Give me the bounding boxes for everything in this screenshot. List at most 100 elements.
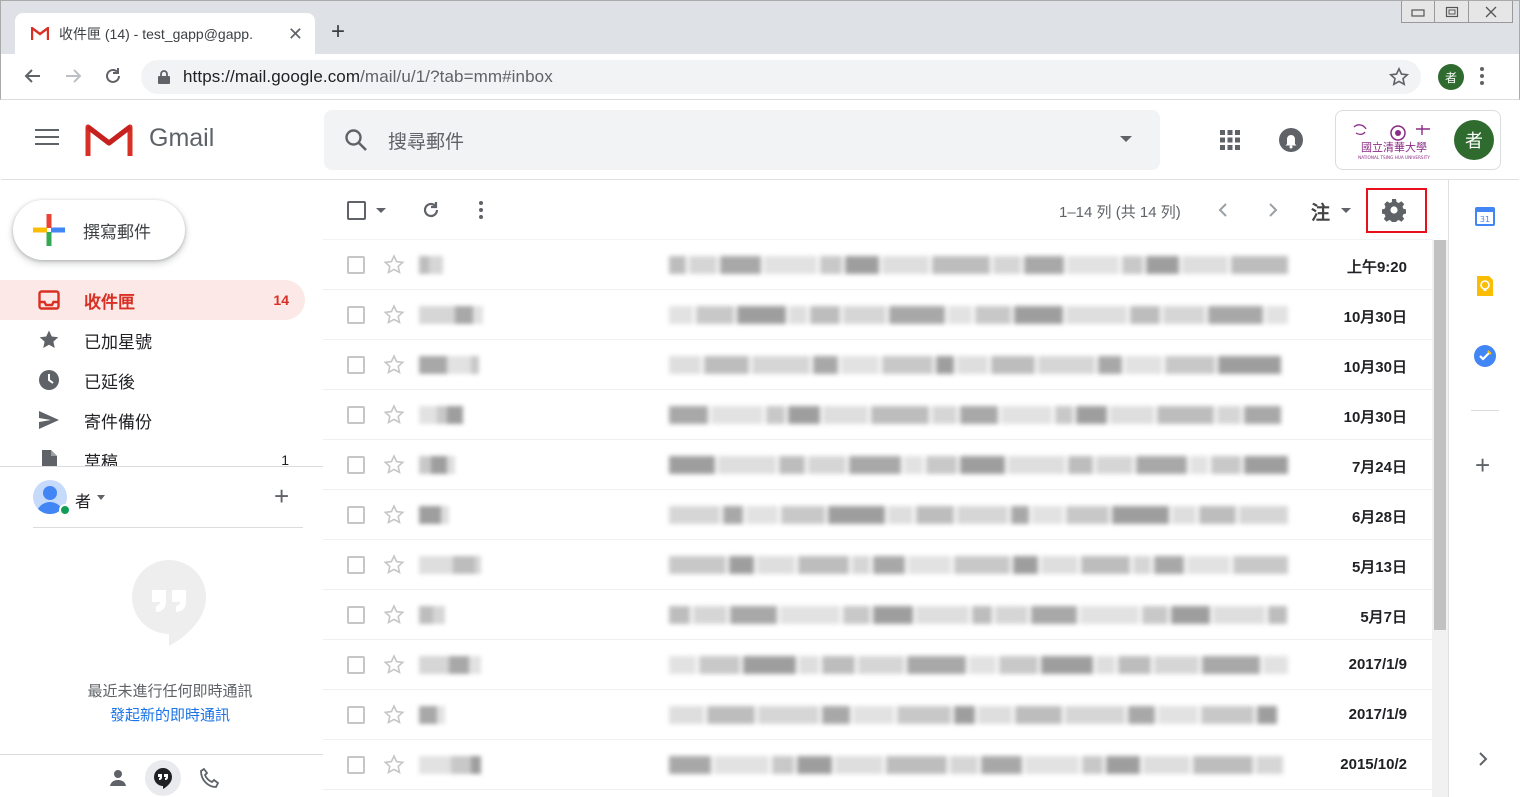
chevron-down-icon[interactable]	[97, 495, 105, 500]
star-icon[interactable]	[383, 404, 405, 426]
tasks-icon[interactable]	[1473, 344, 1497, 368]
email-row[interactable]: 7月24日	[323, 440, 1433, 490]
search-bar[interactable]: 搜尋郵件	[324, 110, 1160, 170]
refresh-icon[interactable]	[421, 200, 441, 220]
restore-button[interactable]	[1435, 1, 1469, 23]
hangouts-user[interactable]: 者 +	[33, 478, 293, 518]
hangouts-tab[interactable]	[145, 760, 181, 796]
email-row[interactable]: 5月13日	[323, 540, 1433, 590]
star-icon[interactable]	[383, 254, 405, 276]
compose-plus-icon	[33, 214, 65, 246]
search-input[interactable]: 搜尋郵件	[388, 127, 464, 154]
compose-button[interactable]: 撰寫郵件	[13, 200, 185, 260]
more-vert-icon[interactable]	[478, 200, 484, 220]
email-row[interactable]: 10月30日	[323, 290, 1433, 340]
email-row[interactable]: 5月7日	[323, 590, 1433, 640]
browser-tab-gmail[interactable]: 收件匣 (14) - test_gapp@gapp. ✕	[15, 13, 315, 55]
gmail-wordmark[interactable]: Gmail	[149, 124, 214, 153]
email-date: 2017/1/9	[1348, 706, 1407, 723]
address-bar[interactable]: https://mail.google.com/mail/u/1/?tab=mm…	[141, 60, 1421, 94]
restore-icon	[1445, 6, 1458, 17]
chevron-right-icon[interactable]	[1266, 200, 1280, 220]
email-row[interactable]: 2015/10/2	[323, 740, 1433, 790]
row-checkbox[interactable]	[347, 506, 365, 524]
send-icon	[39, 411, 59, 429]
reload-button[interactable]	[101, 64, 125, 88]
star-icon[interactable]	[383, 604, 405, 626]
org-logo-text: 國立清華大學	[1361, 140, 1427, 154]
row-checkbox[interactable]	[347, 256, 365, 274]
scrollbar-thumb[interactable]	[1434, 240, 1446, 630]
row-checkbox[interactable]	[347, 306, 365, 324]
forward-button[interactable]	[61, 64, 85, 88]
email-row[interactable]: 2017/1/9	[323, 690, 1433, 740]
phone-tab[interactable]	[196, 764, 224, 792]
star-icon[interactable]	[383, 554, 405, 576]
account-switcher[interactable]: 國立清華大學 NATIONAL TSING HUA UNIVERSITY 者	[1335, 110, 1501, 170]
bookmark-star-icon[interactable]	[1389, 67, 1409, 87]
row-checkbox[interactable]	[347, 756, 365, 774]
sidebar-item-starred[interactable]: 已加星號	[0, 320, 305, 360]
input-tools-button[interactable]: 注	[1311, 198, 1330, 225]
pagination-text: 1–14 列 (共 14 列)	[1059, 204, 1181, 221]
chevron-left-icon[interactable]	[1216, 200, 1230, 220]
main-menu-icon[interactable]	[35, 128, 59, 146]
browser-profile-avatar[interactable]: 者	[1438, 64, 1464, 90]
start-new-chat-link[interactable]: 發起新的即時通訊	[0, 704, 340, 725]
tab-close-icon[interactable]: ✕	[288, 24, 303, 45]
lock-icon	[158, 70, 170, 84]
row-checkbox[interactable]	[347, 356, 365, 374]
row-checkbox[interactable]	[347, 606, 365, 624]
email-row[interactable]: 10月30日	[323, 340, 1433, 390]
url-path: /mail/u/1/?tab=mm#inbox	[360, 67, 553, 86]
input-tools-chevron-icon[interactable]	[1341, 208, 1351, 213]
close-icon	[1485, 6, 1496, 17]
back-button[interactable]	[21, 64, 45, 88]
sidebar-item-sent[interactable]: 寄件備份	[0, 400, 305, 440]
email-row[interactable]: 10月30日	[323, 390, 1433, 440]
get-addons-add-icon[interactable]: +	[1475, 452, 1490, 478]
inbox-icon	[38, 290, 60, 310]
select-menu-chevron-icon[interactable]	[376, 208, 386, 213]
contacts-tab[interactable]	[104, 764, 132, 792]
row-checkbox[interactable]	[347, 456, 365, 474]
row-checkbox[interactable]	[347, 656, 365, 674]
sidebar-item-drafts[interactable]: 草稿 1	[0, 440, 305, 466]
star-icon[interactable]	[383, 704, 405, 726]
new-chat-add-icon[interactable]: +	[274, 482, 289, 510]
star-icon[interactable]	[383, 454, 405, 476]
row-checkbox[interactable]	[347, 406, 365, 424]
select-all-checkbox[interactable]	[347, 201, 366, 220]
calendar-icon[interactable]: 31	[1473, 204, 1497, 228]
gear-icon[interactable]	[1382, 198, 1406, 222]
row-checkbox[interactable]	[347, 556, 365, 574]
more-vert-icon[interactable]	[1479, 66, 1485, 86]
email-date: 2017/1/9	[1348, 656, 1407, 673]
gmail-logo-icon[interactable]	[85, 122, 133, 158]
email-date: 5月13日	[1351, 559, 1407, 576]
chevron-right-icon[interactable]	[1477, 750, 1489, 768]
redacted-sender	[419, 606, 445, 624]
sidebar-item-inbox[interactable]: 收件匣 14	[0, 280, 305, 320]
star-icon[interactable]	[383, 354, 405, 376]
sidebar-item-snoozed[interactable]: 已延後	[0, 360, 305, 400]
keep-icon[interactable]	[1473, 274, 1497, 298]
search-options-icon[interactable]	[1120, 136, 1132, 142]
email-row[interactable]: 2017/1/9	[323, 640, 1433, 690]
search-icon[interactable]	[344, 128, 368, 152]
new-tab-button[interactable]: +	[331, 20, 345, 44]
star-icon[interactable]	[383, 654, 405, 676]
close-window-button[interactable]	[1469, 1, 1513, 23]
row-checkbox[interactable]	[347, 706, 365, 724]
account-avatar[interactable]: 者	[1454, 120, 1494, 160]
url-text: https://mail.google.com/mail/u/1/?tab=mm…	[183, 67, 553, 87]
notifications-icon[interactable]	[1278, 127, 1304, 153]
draft-icon	[42, 450, 57, 466]
star-icon[interactable]	[383, 304, 405, 326]
star-icon[interactable]	[383, 754, 405, 776]
minimize-button[interactable]	[1401, 1, 1435, 23]
google-apps-icon[interactable]	[1220, 130, 1240, 150]
email-row[interactable]: 上午9:20	[323, 240, 1433, 290]
star-icon[interactable]	[383, 504, 405, 526]
email-row[interactable]: 6月28日	[323, 490, 1433, 540]
